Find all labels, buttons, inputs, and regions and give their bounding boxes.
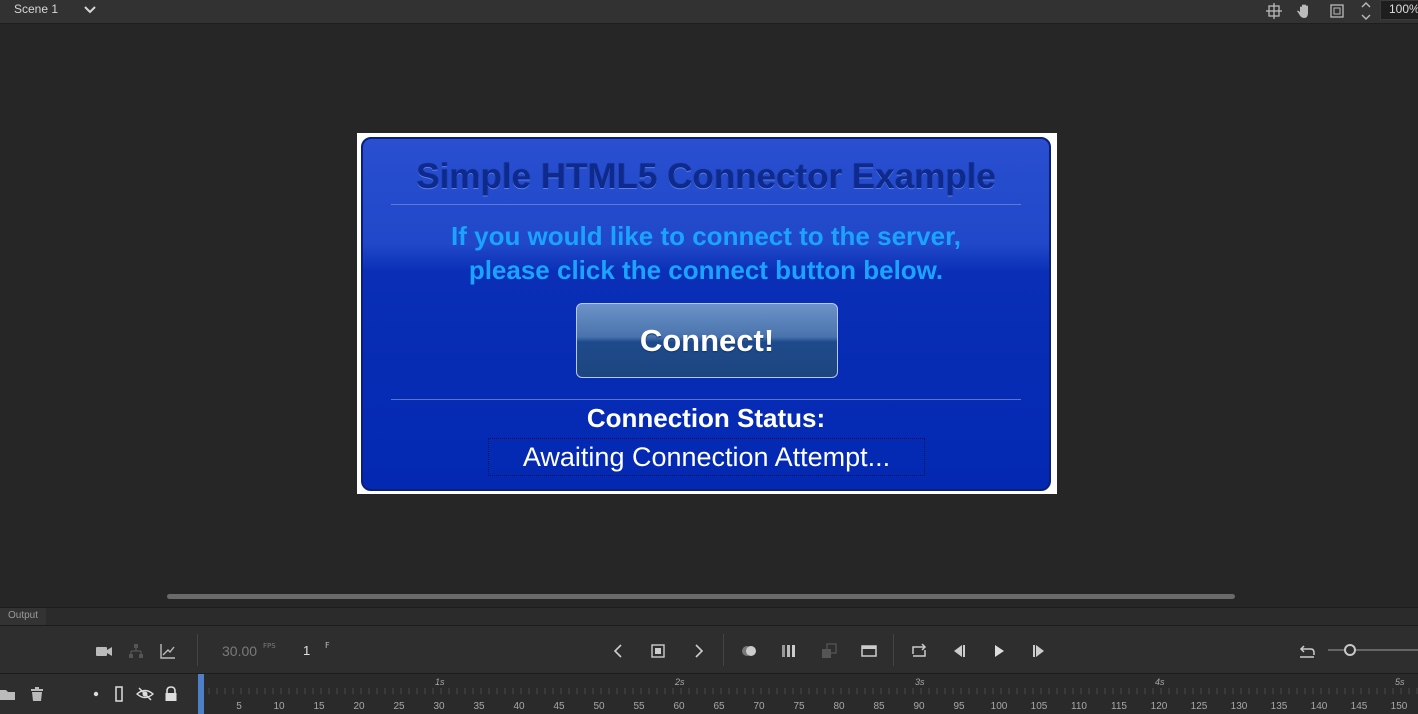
camera-icon[interactable] (94, 641, 114, 661)
frame-label: 40 (513, 701, 525, 712)
instruction-line-1: If you would like to connect to the serv… (451, 221, 961, 251)
connector-panel: Simple HTML5 Connector Example If you wo… (361, 137, 1051, 491)
frame-label: 95 (953, 701, 965, 712)
play-icon[interactable] (989, 641, 1009, 661)
frame-label: 145 (1351, 701, 1368, 712)
step-back-icon[interactable] (949, 641, 969, 661)
frame-ruler[interactable]: 5 10 15 20 25 30 35 40 45 50 55 60 65 70 75 80 85 90 95 100… (198, 674, 1418, 714)
timeline-ruler: 5 10 15 20 25 30 35 40 45 50 55 60 65 70 75 80 85 90 95 100… (0, 673, 1418, 714)
output-panel-bar: Output (0, 607, 1418, 626)
divider (723, 634, 724, 666)
second-label: 4s (1155, 677, 1165, 687)
layer-controls (0, 674, 198, 714)
connection-status-label: Connection Status: (586, 403, 826, 433)
divider (197, 634, 198, 666)
chevron-left-icon[interactable] (608, 641, 628, 661)
frame-label: 75 (793, 701, 805, 712)
second-label: 2s (674, 677, 685, 687)
graph-icon[interactable] (158, 641, 178, 661)
frame-label: 150 (1391, 701, 1408, 712)
frame-label: 25 (393, 701, 405, 712)
frame-label: 60 (673, 701, 685, 712)
layer-parenting-icon[interactable] (126, 641, 146, 661)
eye-hidden-icon[interactable] (136, 686, 154, 702)
loop-icon[interactable] (909, 641, 929, 661)
timeline-toolbar: 30.00 FPS 1 F (0, 625, 1418, 673)
timeline-zoom-knob[interactable] (1344, 644, 1356, 656)
connection-status-field: Awaiting Connection Attempt... (488, 438, 925, 476)
trash-icon[interactable] (29, 686, 45, 702)
frame-label: 65 (713, 701, 725, 712)
frame-ruler-graphic: 5 10 15 20 25 30 35 40 45 50 55 60 65 70 75 80 85 90 95 100… (200, 677, 1418, 712)
tab-output[interactable]: Output (0, 608, 47, 626)
frame-label: 50 (593, 701, 605, 712)
frame-window-icon[interactable] (859, 641, 879, 661)
frame-label: 5 (236, 701, 242, 712)
frame-label: 85 (873, 701, 885, 712)
lock-icon[interactable] (164, 686, 178, 702)
zoom-input[interactable]: 100% (1380, 0, 1418, 20)
hand-icon[interactable] (1296, 2, 1314, 20)
highlight-layer-dot-icon[interactable] (92, 690, 100, 698)
center-stage-icon[interactable] (1265, 2, 1283, 20)
clip-stage-icon[interactable] (1328, 2, 1346, 20)
frame-label: 30 (433, 701, 445, 712)
frame-label: 55 (633, 701, 645, 712)
title-divider (391, 204, 1021, 205)
status-divider (391, 399, 1021, 400)
fps-value[interactable]: 30.00 (222, 643, 257, 659)
frame-label: 20 (353, 701, 365, 712)
current-frame-value[interactable]: 1 (303, 643, 310, 658)
outline-layer-icon[interactable] (112, 686, 126, 702)
timeline-zoom-track[interactable] (1328, 649, 1418, 651)
connect-button[interactable]: Connect! (576, 303, 838, 378)
instruction-line-2: please click the connect button below. (468, 255, 944, 285)
scene-selector-label[interactable]: Scene 1 (14, 2, 58, 16)
undo-icon[interactable] (1297, 641, 1317, 661)
panel-title: Simple HTML5 Connector Example (416, 157, 996, 196)
frame-label: 70 (753, 701, 765, 712)
frame-label: 100 (991, 701, 1008, 712)
second-label: 1s (435, 677, 445, 687)
instruction-message: If you would like to connect to the serv… (363, 219, 1049, 287)
stage-toolbar: Scene 1 100% (0, 0, 1418, 24)
frame-label: 10 (273, 701, 285, 712)
frame-label: 35 (473, 701, 485, 712)
frame-label: 115 (1111, 701, 1127, 712)
divider (893, 634, 894, 666)
frame-label: 125 (1191, 701, 1208, 712)
folder-icon[interactable] (0, 686, 16, 702)
frame-label: 135 (1271, 701, 1288, 712)
fps-unit-label: FPS (263, 642, 276, 650)
second-label: 3s (915, 677, 925, 687)
chevron-right-icon[interactable] (689, 641, 709, 661)
zoom-stepper-icon[interactable] (1360, 0, 1372, 24)
animate-editor: Scene 1 100% Simple HTML5 Connector Exam… (0, 0, 1418, 714)
frame-label: 80 (833, 701, 845, 712)
stage-canvas: Simple HTML5 Connector Example If you wo… (357, 133, 1057, 494)
second-label: 5s (1395, 677, 1405, 687)
frame-label: 130 (1231, 701, 1248, 712)
insert-keyframe-icon[interactable] (648, 641, 668, 661)
onion-skin-icon[interactable] (739, 641, 759, 661)
frame-label: 15 (313, 701, 325, 712)
chevron-down-icon[interactable] (82, 1, 98, 17)
stage-horizontal-scrollbar[interactable] (167, 594, 1235, 599)
frame-unit-label: F (325, 641, 330, 650)
onion-skin-outlines-icon[interactable] (779, 641, 799, 661)
frame-label: 110 (1071, 701, 1087, 712)
step-forward-icon[interactable] (1029, 641, 1049, 661)
playhead[interactable] (198, 674, 204, 714)
frame-label: 45 (553, 701, 565, 712)
frame-label: 90 (913, 701, 925, 712)
edit-multiple-frames-icon[interactable] (819, 641, 839, 661)
frame-label: 105 (1031, 701, 1048, 712)
frame-label: 140 (1311, 701, 1328, 712)
frame-label: 120 (1151, 701, 1168, 712)
